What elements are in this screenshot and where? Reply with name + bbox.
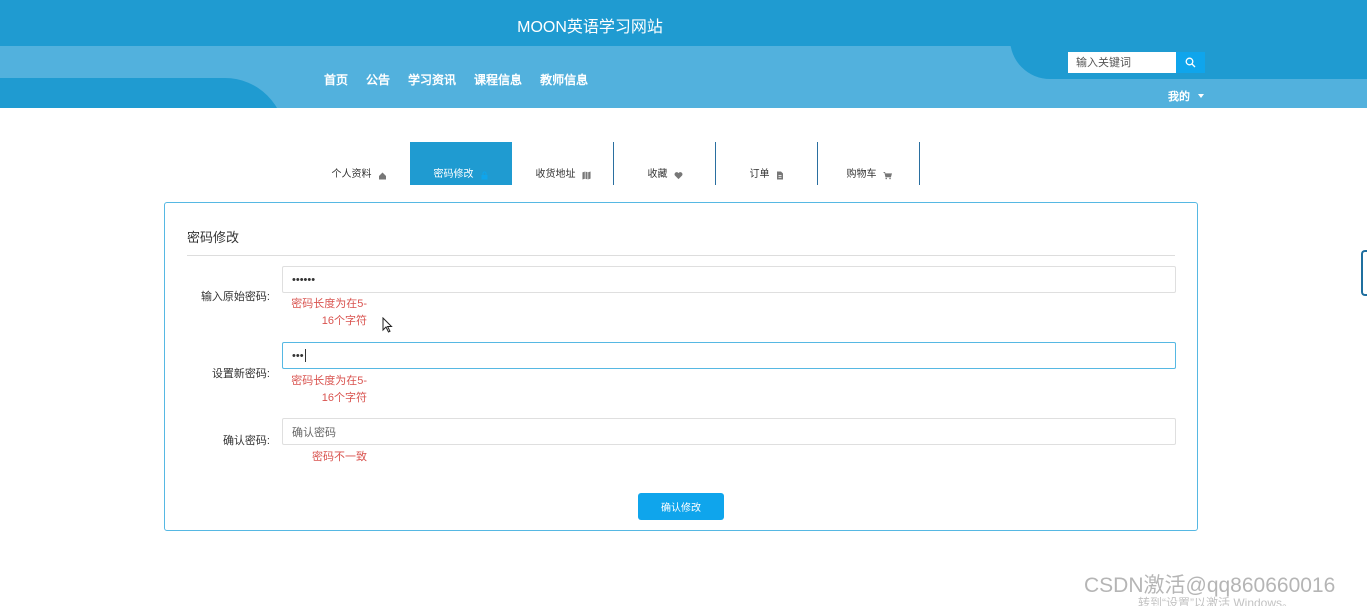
new-password-label: 设置新密码:: [211, 368, 270, 380]
main-nav: 首页 公告 学习资讯 课程信息 教师信息: [324, 71, 588, 88]
map-icon: [581, 171, 591, 180]
tab-address[interactable]: 收货地址: [512, 142, 614, 185]
new-password-value: •••: [292, 349, 304, 362]
tab-label: 收藏: [647, 169, 668, 180]
panel-title: 密码修改: [187, 230, 240, 245]
nav-home[interactable]: 首页: [324, 71, 348, 88]
tab-separator: [919, 142, 920, 185]
text-caret: [304, 349, 306, 362]
file-icon: [776, 171, 785, 180]
tab-password[interactable]: 密码修改: [410, 142, 512, 185]
tab-label: 订单: [749, 169, 770, 180]
nav-notice[interactable]: 公告: [366, 71, 390, 88]
tab-label: 个人资料: [331, 169, 372, 180]
tab-label: 购物车: [846, 169, 877, 180]
new-password-error-line1: 密码长度为在5-: [291, 375, 367, 387]
heart-icon: [674, 171, 683, 180]
lock-icon: [480, 171, 489, 180]
old-password-field[interactable]: ••••••: [282, 266, 1176, 293]
site-title: MOON英语学习网站: [517, 19, 663, 36]
old-password-value: ••••••: [292, 273, 316, 286]
confirm-password-error: 密码不一致: [312, 451, 367, 463]
confirm-password-field[interactable]: 确认密码: [282, 418, 1176, 445]
chevron-down-icon: [1198, 94, 1204, 98]
tab-label: 密码修改: [433, 169, 474, 180]
mouse-cursor-icon: [382, 316, 393, 338]
new-password-error: 密码长度为在5- 16个字符: [288, 373, 367, 407]
cart-icon: [882, 171, 892, 180]
tab-cart[interactable]: 购物车: [818, 142, 920, 185]
my-menu-label: 我的: [1168, 91, 1190, 103]
search-box: [1068, 52, 1205, 73]
header-curve-left: [0, 78, 285, 108]
new-password-error-line2: 16个字符: [321, 392, 367, 404]
old-password-error: 密码长度为在5- 16个字符: [288, 296, 367, 330]
confirm-password-placeholder: 确认密码: [292, 426, 336, 439]
site-header: MOON英语学习网站 首页 公告 学习资讯 课程信息 教师信息 我的: [0, 0, 1367, 108]
panel-divider: [187, 255, 1175, 256]
my-menu[interactable]: 我的: [1168, 88, 1204, 104]
old-password-error-line2: 16个字符: [321, 315, 367, 327]
search-icon: [1185, 57, 1196, 68]
nav-news[interactable]: 学习资讯: [408, 71, 456, 88]
nav-courses[interactable]: 课程信息: [474, 71, 522, 88]
new-password-field[interactable]: •••: [282, 342, 1176, 369]
old-password-error-line1: 密码长度为在5-: [291, 298, 367, 310]
confirm-change-button[interactable]: 确认修改: [638, 493, 724, 520]
search-input[interactable]: [1068, 52, 1176, 73]
password-panel: 密码修改 输入原始密码: •••••• 密码长度为在5- 16个字符 设置新密码…: [164, 202, 1198, 531]
old-password-label: 输入原始密码:: [200, 291, 270, 303]
tab-orders[interactable]: 订单: [716, 142, 818, 185]
nav-teachers[interactable]: 教师信息: [540, 71, 588, 88]
tab-favorites[interactable]: 收藏: [614, 142, 716, 185]
search-button[interactable]: [1176, 52, 1205, 73]
side-edge-handle[interactable]: [1361, 250, 1367, 296]
user-center-tabs: 个人资料 密码修改 收货地址 收藏 订单 购物车: [308, 142, 920, 185]
activation-watermark: 转到“设置”以激活 Windows。: [1138, 596, 1295, 606]
tab-profile[interactable]: 个人资料: [308, 142, 410, 185]
home-icon: [378, 171, 387, 180]
tab-label: 收货地址: [535, 169, 576, 180]
confirm-password-label: 确认密码:: [222, 435, 270, 447]
